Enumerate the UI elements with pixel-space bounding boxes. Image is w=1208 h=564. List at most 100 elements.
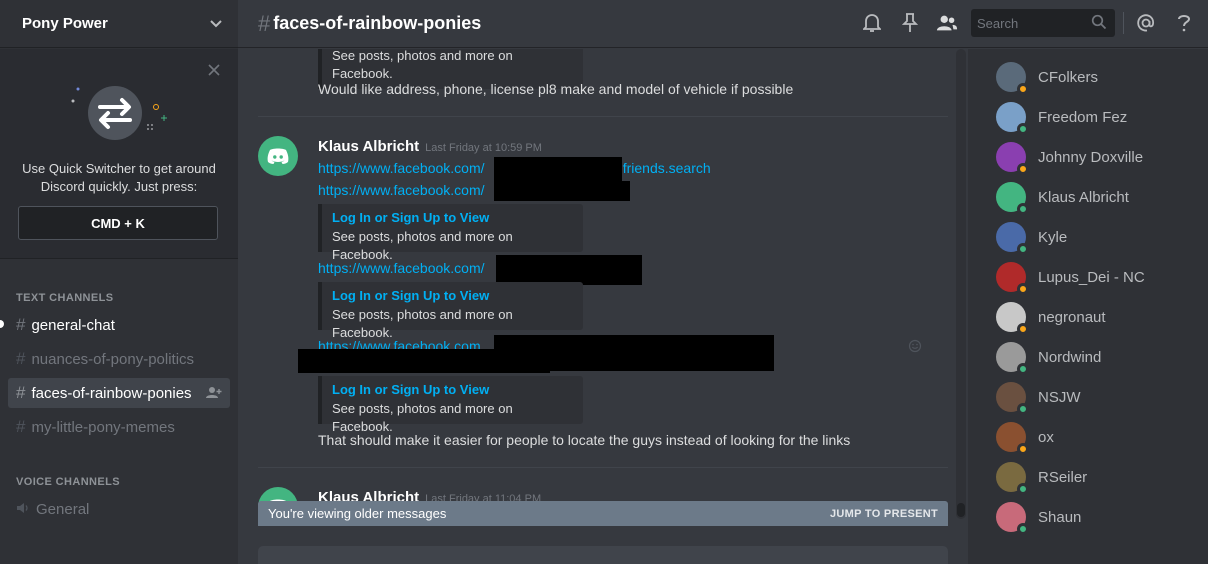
embed-title-link[interactable]: Log In or Sign Up to View [332,210,573,225]
embed-description: See posts, photos and more on Facebook. [332,401,513,434]
member-name: RSeiler [1038,468,1088,486]
message-scrollbar[interactable] [956,49,966,519]
member-name: Freedom Fez [1038,108,1128,126]
quick-switcher-tip: Use Quick Switcher to get around Discord… [0,49,238,259]
chevron-down-icon [210,16,222,31]
redaction-block [496,255,642,285]
member-item[interactable]: Nordwind [996,339,1196,375]
help-icon[interactable] [1173,12,1195,34]
link-embed: Log In or Sign Up to View See posts, pho… [318,376,583,434]
status-online-icon [1017,523,1029,535]
member-name: Shaun [1038,508,1082,526]
message-text: Would like address, phone, license pl8 m… [318,81,794,97]
avatar[interactable] [996,382,1029,415]
redaction-block [494,157,622,181]
member-item[interactable]: Lupus_Dei - NC [996,259,1196,295]
status-idle-icon [1017,283,1029,295]
channel-header: # faces-of-rainbow-ponies [238,0,1208,48]
discord-logo-icon [267,148,289,164]
redaction-block [494,181,630,201]
status-idle-icon [1017,443,1029,455]
add-reaction-icon[interactable] [908,339,922,358]
hash-icon: # [16,315,26,334]
embed-title-link[interactable]: Log In or Sign Up to View [332,382,573,397]
avatar[interactable] [996,422,1029,455]
category-voice-channels[interactable]: VOICE CHANNELS [16,476,120,488]
channel-name: my-little-pony-memes [31,418,175,436]
channel-my-little-pony-memes[interactable]: # my-little-pony-memes [8,412,230,442]
facebook-link-3[interactable]: https://www.facebook.com/ [318,260,485,276]
member-name: Johnny Doxville [1038,148,1144,166]
avatar[interactable] [996,462,1029,495]
channel-name: faces-of-rainbow-ponies [31,384,192,402]
quick-switcher-text: Use Quick Switcher to get around Discord… [22,161,216,194]
member-item[interactable]: Johnny Doxville [996,139,1196,175]
embed-description: See posts, photos and more on Facebook. [332,229,513,262]
status-online-icon [1017,403,1029,415]
mention-icon[interactable] [1135,12,1157,34]
embed-title-link[interactable]: Log In or Sign Up to View [332,288,573,303]
facebook-link-2[interactable]: https://www.facebook.com/ [318,182,485,198]
message-composer[interactable] [258,546,948,564]
author-name[interactable]: Klaus Albricht [318,138,419,155]
member-name: Kyle [1038,228,1068,246]
channel-nuances-of-pony-politics[interactable]: # nuances-of-pony-politics [8,344,230,374]
member-item[interactable]: RSeiler [996,459,1196,495]
member-name: CFolkers [1038,68,1099,86]
server-header[interactable]: Pony Power [0,0,238,48]
avatar[interactable] [996,262,1029,295]
message-timestamp: Last Friday at 10:59 PM [425,142,542,154]
status-online-icon [1017,363,1029,375]
avatar[interactable] [996,342,1029,375]
member-item[interactable]: ox [996,419,1196,455]
member-name: ox [1038,428,1054,446]
pin-icon[interactable] [899,12,921,34]
status-idle-icon [1017,163,1029,175]
hash-icon: # [16,383,26,402]
unread-indicator [0,320,4,328]
quick-switcher-shortcut-button[interactable]: CMD + K [18,206,218,240]
avatar[interactable] [996,502,1029,535]
message-text: That should make it easier for people to… [318,432,851,448]
avatar[interactable] [996,182,1029,215]
channel-name: General [36,500,90,518]
jump-to-present-button[interactable]: JUMP TO PRESENT [830,508,938,520]
member-item[interactable]: Freedom Fez [996,99,1196,135]
member-item[interactable]: negronaut [996,299,1196,335]
member-item[interactable]: CFolkers [996,59,1196,95]
hash-icon: # [16,417,26,436]
avatar[interactable] [996,142,1029,175]
link-embed: Log In or Sign Up to View See posts, pho… [318,282,583,340]
avatar[interactable] [258,136,298,176]
avatar[interactable] [996,222,1029,255]
status-online-icon [1017,203,1029,215]
member-item[interactable]: Kyle [996,219,1196,255]
member-item[interactable]: Klaus Albricht [996,179,1196,215]
status-online-icon [1017,483,1029,495]
channel-faces-of-rainbow-ponies[interactable]: # faces-of-rainbow-ponies [8,378,230,408]
add-user-icon[interactable] [206,386,222,402]
voice-channel-general[interactable]: General [8,494,230,524]
status-idle-icon [1017,323,1029,335]
message-author[interactable]: Klaus Albricht Last Friday at 10:59 PM [318,138,542,155]
member-item[interactable]: Shaun [996,499,1196,535]
member-item[interactable]: NSJW [996,379,1196,415]
older-messages-text: You're viewing older messages [268,506,447,521]
close-icon[interactable] [208,63,220,81]
avatar[interactable] [996,102,1029,135]
members-icon[interactable] [936,12,958,34]
avatar[interactable] [996,302,1029,335]
search-icon[interactable] [1091,14,1107,35]
status-idle-icon [1017,83,1029,95]
member-name: Lupus_Dei - NC [1038,268,1145,286]
bell-icon[interactable] [861,12,883,34]
channel-general-chat[interactable]: # general-chat [8,310,230,340]
status-online-icon [1017,123,1029,135]
embed-description: See posts, photos and more on Facebook. [332,49,513,81]
link-embed: Log In or Sign Up to View See posts, pho… [318,204,583,262]
channel-sidebar: Pony Power Use Quick Switcher to get aro… [0,0,238,564]
older-messages-bar[interactable]: You're viewing older messages JUMP TO PR… [258,501,948,526]
category-text-channels[interactable]: TEXT CHANNELS [16,292,113,304]
scrollbar-thumb[interactable] [957,503,965,517]
avatar[interactable] [996,62,1029,95]
